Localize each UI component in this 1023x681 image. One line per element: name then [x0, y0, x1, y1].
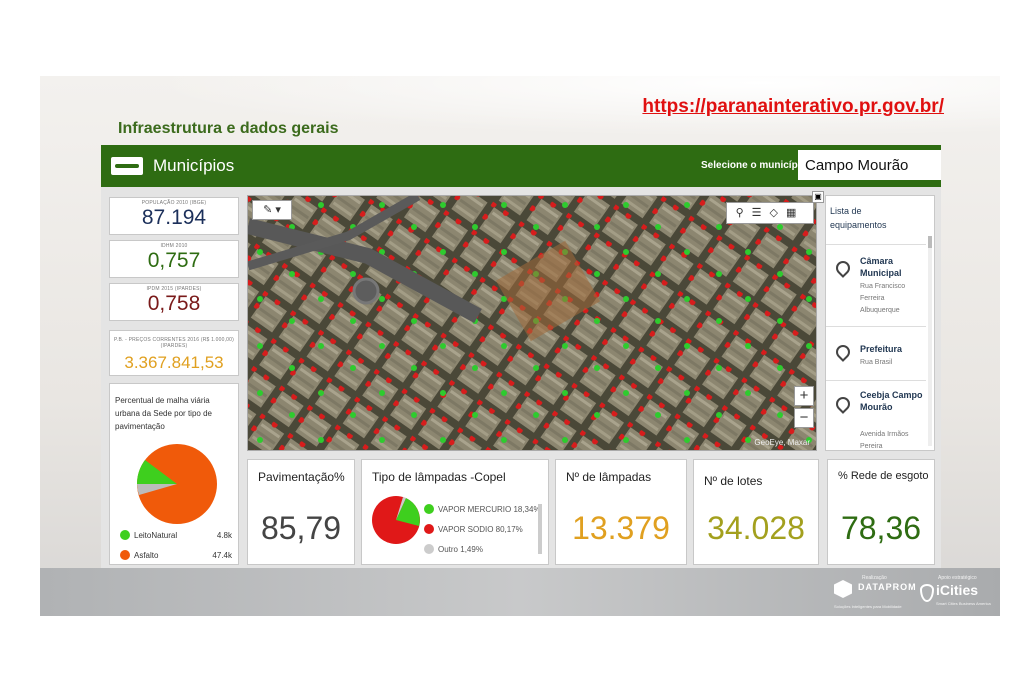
equipment-scrollbar-thumb[interactable] [928, 236, 932, 248]
stat-lamp-count-value: 13.379 [572, 510, 670, 546]
fullscreen-icon[interactable]: ▣ [812, 191, 824, 203]
dashboard-app: Municípios Selecione o município Campo M… [101, 145, 941, 569]
kpi-ipdm-value: 0,758 [147, 292, 201, 315]
stat-sewage-label: % Rede de esgoto [838, 470, 929, 482]
icities-label: Apoio estratégico [938, 575, 977, 581]
equipment-item[interactable]: Ceebja Campo Mourão Avenida Irmãos Perei… [826, 380, 926, 450]
presentation-slide: Infraestrutura e dados gerais https://pa… [40, 76, 1000, 616]
municipality-label: Selecione o município [701, 160, 807, 171]
stat-pavimentacao-value: 85,79 [260, 510, 342, 546]
green-dot-icon [120, 530, 130, 540]
lamp-legend-sodio-value: 80,17% [495, 524, 523, 534]
lamp-legend-mercurio-value: 18,34% [513, 504, 541, 514]
footer-band: Realização DATAPROM Soluções Inteligente… [40, 568, 1000, 616]
equipment-scrollbar[interactable] [928, 236, 932, 446]
gray-dot-icon [424, 544, 434, 554]
kpi-population-value: 87.194 [141, 206, 207, 229]
map-select-tool-button[interactable]: ✎ ▾ [252, 200, 292, 220]
equipment-list-title: Lista de equipamentos [830, 206, 887, 230]
stat-lamp-count: Nº de lâmpadas 13.379 [555, 459, 687, 565]
lamp-legend-outro-label: Outro [438, 544, 459, 554]
kpi-ipdm: IPDM 2015 (IPARDES) 0,758 [109, 283, 239, 321]
equipment-item[interactable]: Prefeitura Rua Brasil [826, 326, 926, 372]
equipment-list-panel: Lista de equipamentos Câmara Municipal R… [825, 195, 935, 451]
paving-legend-leito-value: 4.8k [216, 530, 232, 540]
stat-lamp-type: Tipo de lâmpadas -Copel VAPOR MERCURIO 1… [361, 459, 549, 565]
green-dot-icon [424, 504, 434, 514]
kpi-pib-label: P.B. - PREÇOS CORRENTES 2016 (R$ 1.000,0… [113, 337, 235, 349]
equipment-item-name: Prefeitura [860, 344, 903, 354]
paving-legend-leito-label: LeitoNatural [134, 530, 178, 540]
list-icon[interactable]: ☰ [752, 207, 770, 219]
paving-legend-leito: LeitoNatural 4.8k [120, 530, 232, 540]
parana-logo-icon [111, 157, 143, 175]
paving-pie-card: Percentual de malha viária urbana da Sed… [109, 383, 239, 565]
slide-title: Infraestrutura e dados gerais [118, 120, 339, 137]
satellite-map[interactable]: ✎ ▾ ⚲☰◇▦ + − GeoEye, Maxar [247, 195, 817, 451]
map-credit: GeoEye, Maxar [754, 438, 810, 447]
stat-lamp-count-label: Nº de lâmpadas [566, 470, 652, 484]
paving-legend-asfalto-value: 47.4k [212, 550, 232, 560]
stat-pavimentacao: Pavimentação% 85,79 [247, 459, 355, 565]
app-header: Municípios Selecione o município Campo M… [101, 145, 941, 187]
lamp-legend-sodio-label: VAPOR SODIO [438, 524, 494, 534]
lamp-legend-outro: Outro 1,49% [424, 544, 483, 554]
map-pin-icon [833, 258, 853, 278]
lamp-legend-mercurio-label: VAPOR MERCURIO [438, 504, 512, 514]
lamp-legend-outro-value: 1,49% [460, 544, 483, 554]
icities-sub: Smart Cities Business America [936, 601, 991, 606]
red-dot-icon [424, 524, 434, 534]
orange-dot-icon [120, 550, 130, 560]
equipment-item-address: Avenida Irmãos Pereira [860, 431, 909, 450]
zoom-out-button[interactable]: − [794, 408, 814, 428]
stat-lots-label: Nº de lotes [704, 474, 763, 488]
kpi-population: POPULAÇÃO 2010 (IBGE) 87.194 [109, 197, 239, 235]
layers-icon[interactable]: ◇ [770, 207, 786, 219]
equipment-item-name: Câmara Municipal [860, 256, 902, 278]
search-icon[interactable]: ⚲ [736, 207, 752, 219]
map-pin-icon [833, 394, 853, 414]
kpi-idhm-value: 0,757 [147, 249, 201, 272]
stat-sewage: % Rede de esgoto 78,36 [827, 459, 935, 565]
stat-pavimentacao-label: Pavimentação% [258, 470, 345, 484]
equipment-item-name: Ceebja Campo Mourão [860, 390, 923, 412]
kpi-pib-value: 3.367.841,53 [124, 353, 224, 372]
zoom-in-button[interactable]: + [794, 386, 814, 406]
equipment-item[interactable]: Câmara Municipal Rua Francisco Ferreira … [826, 244, 926, 324]
kpi-pib: P.B. - PREÇOS CORRENTES 2016 (R$ 1.000,0… [109, 330, 239, 376]
equipment-item-address: Rua Francisco Ferreira Albuquerque [860, 283, 906, 314]
lamp-legend-scrollbar[interactable] [538, 504, 542, 554]
paving-legend-asfalto: Asfalto 47.4k [120, 550, 232, 560]
map-toolbar[interactable]: ⚲☰◇▦ [726, 202, 814, 224]
stat-lots-value: 34.028 [707, 510, 805, 546]
qr-icon[interactable]: ▦ [786, 207, 804, 219]
dataprom-name: DATAPROM [858, 582, 917, 592]
municipality-select[interactable]: Campo Mourão [798, 150, 941, 180]
equipment-item-address: Rua Brasil [860, 359, 893, 366]
slide-url-link[interactable]: https://paranainterativo.pr.gov.br/ [642, 96, 944, 118]
lamp-type-pie-chart [372, 496, 420, 544]
paving-pie-title: Percentual de malha viária urbana da Sed… [115, 396, 212, 431]
stat-sewage-value: 78,36 [840, 510, 922, 546]
paving-pie-chart [137, 444, 217, 524]
icities-logo-icon [920, 584, 934, 602]
lamp-legend-mercurio: VAPOR MERCURIO 18,34% [424, 504, 541, 514]
dataprom-logo-icon [834, 580, 852, 598]
dataprom-sub: Soluções Inteligentes para Mobilidade [834, 604, 902, 609]
stat-lamp-type-label: Tipo de lâmpadas -Copel [372, 470, 506, 484]
kpi-idhm: IDHM 2010 0,757 [109, 240, 239, 278]
map-imagery [248, 196, 816, 450]
map-pin-icon [833, 342, 853, 362]
lamp-legend-sodio: VAPOR SODIO 80,17% [424, 524, 523, 534]
app-title: Municípios [153, 156, 235, 175]
paving-legend-asfalto-label: Asfalto [134, 550, 159, 560]
dataprom-label: Realização [862, 575, 887, 581]
stat-lots: Nº de lotes 34.028 [693, 459, 819, 565]
icities-name: iCities [936, 582, 979, 598]
